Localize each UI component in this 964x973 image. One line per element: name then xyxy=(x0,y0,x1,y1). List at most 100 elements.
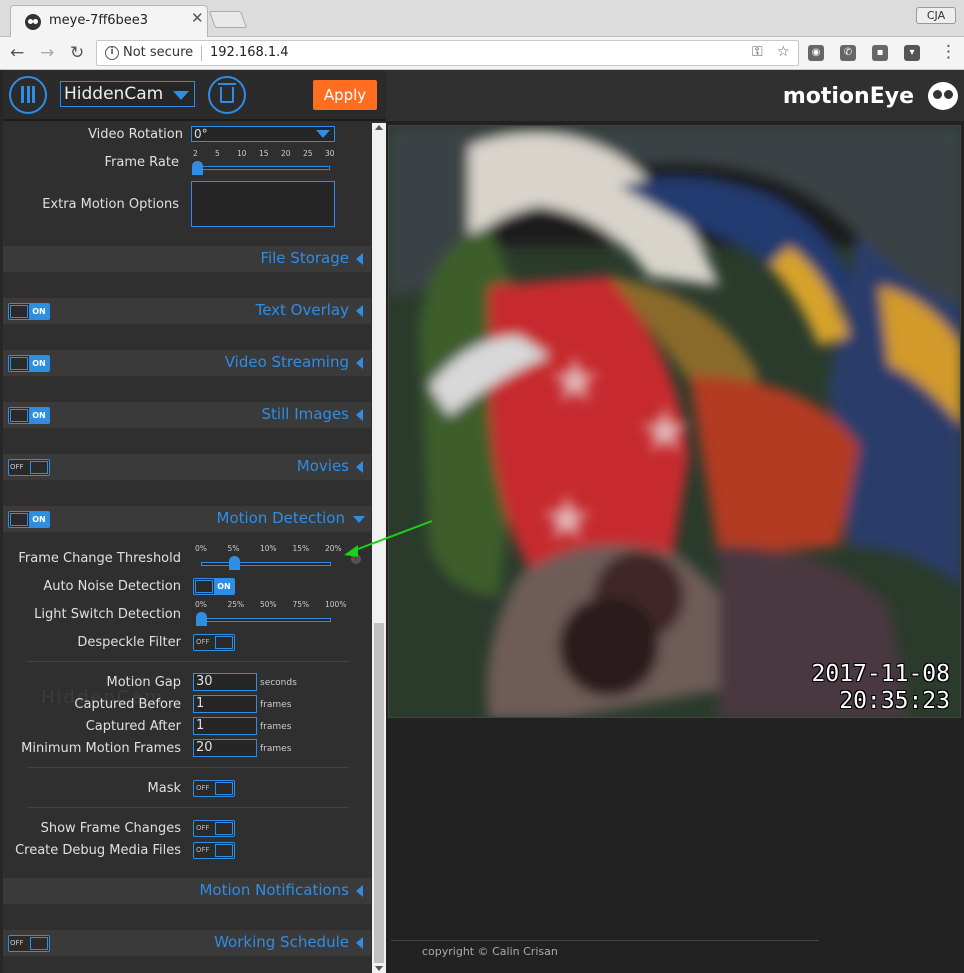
captured-before-input[interactable]: 1 xyxy=(193,695,257,713)
section-motion-notifications[interactable]: Motion Notifications xyxy=(3,878,371,904)
video-rotation-select[interactable]: 0° xyxy=(191,126,335,142)
sidebar-settings-list[interactable]: Video Rotation 0° Frame Rate 2 5 10 15 20 25 3… xyxy=(3,123,371,973)
tab-title: meye-7ff6bee3 xyxy=(49,13,149,28)
movies-toggle[interactable]: OFF xyxy=(8,459,50,476)
minimum-motion-frames-unit: frames xyxy=(260,744,292,754)
address-bar[interactable]: i Not secure 192.168.1.4 ⚿ ☆ xyxy=(96,40,799,66)
text-overlay-toggle[interactable]: ON xyxy=(8,303,50,320)
info-icon[interactable]: i xyxy=(105,46,119,60)
captured-after-unit: frames xyxy=(260,722,292,732)
omnibox-divider xyxy=(201,46,202,61)
extra-motion-options-textarea[interactable] xyxy=(191,181,335,227)
captured-before-label: Captured Before xyxy=(74,697,181,712)
section-movies-title: Movies xyxy=(296,457,349,475)
captured-after-input[interactable]: 1 xyxy=(193,717,257,735)
chevron-down-icon xyxy=(173,91,189,100)
pocket-icon[interactable]: ▾ xyxy=(904,45,920,61)
profile-button[interactable]: CJA xyxy=(916,7,956,24)
video-rotation-label: Video Rotation xyxy=(88,127,183,142)
video-streaming-toggle[interactable]: ON xyxy=(8,355,50,372)
copyright-text: copyright © Calin Crisan xyxy=(422,945,558,958)
light-switch-slider[interactable] xyxy=(201,618,331,622)
browser-menu-icon[interactable]: ⋮ xyxy=(940,42,957,62)
motion.threshold_ticks-tick-3: 15% xyxy=(292,544,310,553)
section-motion-detection[interactable]: ON Motion Detection xyxy=(3,506,371,532)
captured-before-unit: frames xyxy=(260,700,292,710)
url-text[interactable]: 192.168.1.4 xyxy=(210,45,289,60)
scrollbar-thumb[interactable] xyxy=(374,623,384,963)
camera-view-panel: motionEye 2017-11-08 20:35:23 copyright … xyxy=(386,70,964,973)
new-tab-button[interactable] xyxy=(208,11,248,28)
light-switch-detection-label: Light Switch Detection xyxy=(34,607,181,622)
show-frame-changes-toggle[interactable]: OFF xyxy=(193,820,235,837)
apply-button[interactable]: Apply xyxy=(313,80,377,110)
extension-note-icon[interactable]: ▪ xyxy=(872,45,888,61)
section-still-images[interactable]: ON Still Images xyxy=(3,402,371,428)
video_device.framerate_ticks-tick-0: 2 xyxy=(193,149,198,158)
camera-frame[interactable]: 2017-11-08 20:35:23 xyxy=(388,125,961,718)
scroll-down-icon[interactable] xyxy=(375,966,383,971)
minimum-motion-frames-input[interactable]: 20 xyxy=(193,739,257,757)
motion.light_switch_ticks-tick-1: 25% xyxy=(227,600,245,609)
extension-phone-icon[interactable]: ✆ xyxy=(840,45,856,61)
key-icon[interactable]: ⚿ xyxy=(752,44,763,60)
frame-change-threshold-handle[interactable] xyxy=(228,556,240,570)
toggle-on-label: ON xyxy=(29,408,49,423)
remove-camera-button[interactable] xyxy=(208,76,246,114)
frame-rate-slider-handle[interactable] xyxy=(192,161,203,175)
browser-tab[interactable]: meye-7ff6bee3 ✕ xyxy=(10,5,208,37)
camera-select[interactable]: HiddenCam xyxy=(60,81,195,107)
toggle-off-label: OFF xyxy=(10,939,24,947)
divider xyxy=(27,767,349,768)
toggle-off-label: OFF xyxy=(196,846,210,854)
trash-icon xyxy=(218,83,236,103)
back-icon[interactable]: ← xyxy=(10,43,24,63)
motion-gap-label: Motion Gap xyxy=(106,675,182,690)
section-file-storage[interactable]: File Storage xyxy=(3,246,371,272)
forward-icon[interactable]: → xyxy=(40,43,54,63)
annotation-arrow-head xyxy=(344,545,358,557)
motion-detection-toggle[interactable]: ON xyxy=(8,511,50,528)
divider xyxy=(27,661,349,662)
pause-button[interactable] xyxy=(9,76,47,114)
security-label[interactable]: Not secure xyxy=(123,45,193,60)
working-schedule-toggle[interactable]: OFF xyxy=(8,935,50,952)
toggle-knob xyxy=(215,844,233,857)
create-debug-media-files-toggle[interactable]: OFF xyxy=(193,842,235,859)
annotation-arrow-line xyxy=(349,520,433,553)
auto-noise-detection-toggle[interactable]: ON xyxy=(193,578,235,595)
tab-close-icon[interactable]: ✕ xyxy=(191,11,204,26)
extra-motion-options-label: Extra Motion Options xyxy=(42,197,179,212)
mask-toggle[interactable]: OFF xyxy=(193,780,235,797)
minimum-motion-frames-label: Minimum Motion Frames xyxy=(21,741,181,756)
extension-lightbulb-icon[interactable]: ◉ xyxy=(808,45,824,61)
despeckle-filter-toggle[interactable]: OFF xyxy=(193,634,235,651)
video_device.framerate_ticks-tick-5: 25 xyxy=(303,149,313,158)
scroll-up-icon[interactable] xyxy=(375,125,383,130)
section-text-overlay[interactable]: ON Text Overlay xyxy=(3,298,371,324)
still-images-toggle[interactable]: ON xyxy=(8,407,50,424)
video_device.framerate_ticks-tick-1: 5 xyxy=(215,149,220,158)
section-motion-detection-title: Motion Detection xyxy=(216,509,346,527)
address-bar-row: ← → ↻ i Not secure 192.168.1.4 ⚿ ☆ ◉ ✆ ▪… xyxy=(0,37,964,70)
reload-icon[interactable]: ↻ xyxy=(70,43,84,63)
section-working-schedule[interactable]: OFF Working Schedule xyxy=(3,930,371,956)
section-movies[interactable]: OFF Movies xyxy=(3,454,371,480)
video_device.framerate_ticks-tick-4: 20 xyxy=(281,149,291,158)
chevron-down-icon xyxy=(316,130,330,138)
frame-rate-slider[interactable] xyxy=(195,166,330,170)
divider xyxy=(27,807,349,808)
toggle-knob xyxy=(215,782,233,795)
camera-date-overlay: 2017-11-08 xyxy=(811,661,950,687)
section-video-streaming[interactable]: ON Video Streaming xyxy=(3,350,371,376)
toggle-off-label: OFF xyxy=(10,463,24,471)
toggle-knob xyxy=(30,461,48,474)
toggle-on-label: ON xyxy=(214,579,234,594)
bookmark-star-icon[interactable]: ☆ xyxy=(777,44,790,60)
motion.light_switch_ticks-tick-2: 50% xyxy=(260,600,277,609)
frame-change-threshold-slider[interactable] xyxy=(201,562,331,566)
light-switch-handle[interactable] xyxy=(196,612,207,626)
toggle-off-label: OFF xyxy=(196,784,210,792)
motion-gap-input[interactable]: 30 xyxy=(193,673,257,691)
chevron-left-icon xyxy=(356,461,363,473)
